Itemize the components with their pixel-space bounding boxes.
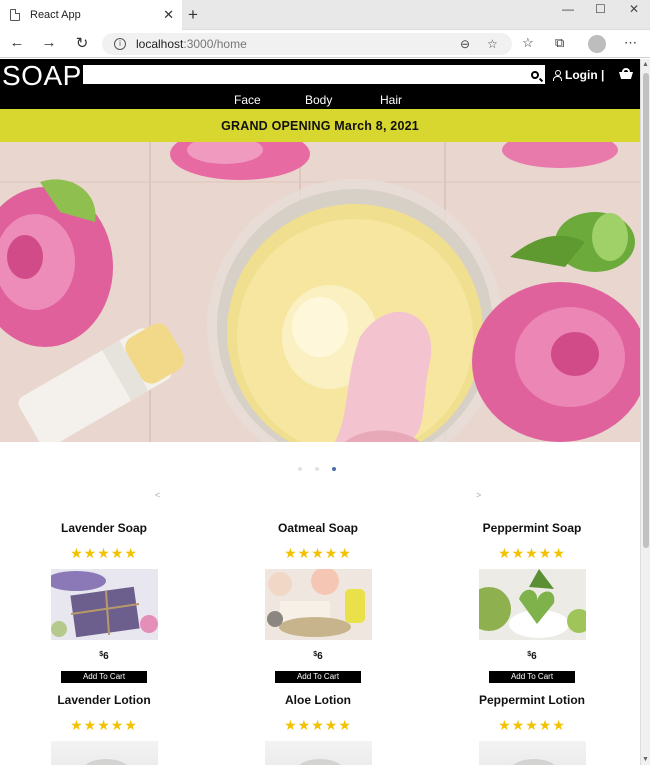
product-card: Peppermint Soap ★★★★★ $6 Add To Cart <box>462 521 602 683</box>
nav-item-body[interactable]: Body <box>305 93 332 107</box>
product-card: Peppermint Lotion ★★★★★ <box>462 693 602 765</box>
announcement-banner: GRAND OPENING March 8, 2021 <box>0 109 640 142</box>
profile-avatar[interactable] <box>588 35 606 53</box>
carousel-dot-1[interactable] <box>298 467 302 471</box>
rating-stars: ★★★★★ <box>498 545 566 561</box>
product-image-oatmeal-soap[interactable] <box>264 569 372 640</box>
minimize-button[interactable]: — <box>562 2 574 16</box>
url-host: localhost <box>136 37 184 51</box>
hero-photo <box>0 142 640 442</box>
product-name[interactable]: Lavender Soap <box>34 521 174 537</box>
login-label: Login | <box>565 68 605 82</box>
window-close-button[interactable]: ✕ <box>629 2 639 16</box>
login-link[interactable]: Login | <box>553 68 604 82</box>
product-image-aloe-lotion[interactable] <box>264 741 372 765</box>
carousel-image <box>0 142 640 442</box>
carousel-dot-2[interactable] <box>315 467 319 471</box>
search-icon <box>531 70 539 79</box>
collections-icon[interactable]: ⧉ <box>555 35 564 51</box>
add-to-cart-button[interactable]: Add To Cart <box>61 671 147 683</box>
scrollbar-thumb[interactable] <box>643 73 649 548</box>
browser-tab[interactable]: React App ✕ <box>0 0 182 30</box>
page-scrollbar[interactable]: ▲ ▼ <box>640 59 650 765</box>
page-icon <box>10 9 20 21</box>
rating-stars: ★★★★★ <box>70 717 138 733</box>
product-image-peppermint-lotion[interactable] <box>478 741 586 765</box>
product-name[interactable]: Lavender Lotion <box>34 693 174 709</box>
product-name[interactable]: Peppermint Soap <box>462 521 602 537</box>
zoom-icon[interactable]: ⊖ <box>460 37 470 51</box>
scroll-down-arrow-icon[interactable]: ▼ <box>642 756 649 763</box>
product-image-lavender-soap[interactable] <box>50 569 158 640</box>
back-arrow-icon[interactable]: ← <box>7 34 27 51</box>
search-button[interactable] <box>525 65 545 84</box>
user-icon <box>553 70 562 81</box>
product-card: Oatmeal Soap ★★★★★ $6 Add To Cart <box>248 521 388 683</box>
tab-close-icon[interactable]: ✕ <box>163 8 174 21</box>
refresh-icon[interactable]: ↻ <box>72 34 92 52</box>
product-price: $6 <box>527 651 537 662</box>
rating-stars: ★★★★★ <box>70 545 138 561</box>
url-path: :3000/home <box>183 37 247 51</box>
page-viewport: SOAP Login | Face Body Hair GRAND OPENIN… <box>0 59 640 765</box>
rating-stars: ★★★★★ <box>284 545 352 561</box>
carousel-arrows: < > <box>0 490 640 508</box>
product-card: Lavender Lotion ★★★★★ <box>34 693 174 765</box>
site-logo[interactable]: SOAP <box>2 59 82 93</box>
product-price: $6 <box>99 651 109 662</box>
site-header: SOAP Login | Face Body Hair <box>0 59 640 109</box>
info-icon[interactable]: i <box>114 38 126 50</box>
add-to-cart-button[interactable]: Add To Cart <box>489 671 575 683</box>
add-to-cart-button[interactable]: Add To Cart <box>275 671 361 683</box>
category-nav: Face Body Hair <box>0 93 640 109</box>
url-field[interactable]: i localhost:3000/home <box>102 33 512 55</box>
address-bar-row: ← → ↻ i localhost:3000/home ⊖ ☆ ☆ ⧉ ⋯ <box>0 30 650 58</box>
carousel-next-button[interactable]: > <box>476 490 481 500</box>
scroll-up-arrow-icon[interactable]: ▲ <box>642 61 649 68</box>
product-name[interactable]: Peppermint Lotion <box>462 693 602 709</box>
carousel-dot-3[interactable] <box>332 467 336 471</box>
product-image-peppermint-soap[interactable] <box>478 569 586 640</box>
product-price: $6 <box>313 651 323 662</box>
product-name[interactable]: Aloe Lotion <box>248 693 388 709</box>
carousel-prev-button[interactable]: < <box>155 490 160 500</box>
favorites-list-icon[interactable]: ☆ <box>522 35 534 51</box>
favorite-star-icon[interactable]: ☆ <box>487 37 498 51</box>
more-menu-icon[interactable]: ⋯ <box>624 35 637 51</box>
browser-tab-bar: React App ✕ + — ☐ ✕ <box>0 0 650 30</box>
product-card: Lavender Soap ★★★★★ $6 Add To Cart <box>34 521 174 683</box>
rating-stars: ★★★★★ <box>498 717 566 733</box>
nav-item-face[interactable]: Face <box>234 93 261 107</box>
nav-item-hair[interactable]: Hair <box>380 93 402 107</box>
rating-stars: ★★★★★ <box>284 717 352 733</box>
banner-text: GRAND OPENING March 8, 2021 <box>221 118 419 133</box>
product-card: Aloe Lotion ★★★★★ <box>248 693 388 765</box>
product-image-lavender-lotion[interactable] <box>50 741 158 765</box>
carousel-indicators <box>0 442 640 496</box>
forward-arrow-icon[interactable]: → <box>39 34 59 51</box>
search-input[interactable] <box>83 65 545 84</box>
tab-title: React App <box>30 9 81 21</box>
shopping-basket-icon[interactable] <box>619 68 633 80</box>
maximize-button[interactable]: ☐ <box>595 2 606 16</box>
product-name[interactable]: Oatmeal Soap <box>248 521 388 537</box>
new-tab-button[interactable]: + <box>188 5 198 25</box>
